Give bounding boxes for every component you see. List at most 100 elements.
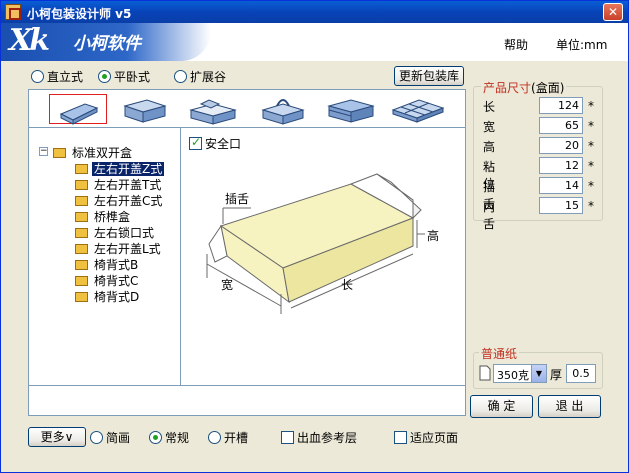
tree-item[interactable]: 左右开盖Z式 xyxy=(75,160,165,176)
tree-collapse-toggle[interactable]: − xyxy=(39,147,48,156)
tree-item[interactable]: 左右锁口式 xyxy=(75,224,156,240)
fit-page-checkbox[interactable]: 适应页面 xyxy=(394,429,458,445)
mode-flat-radio[interactable] xyxy=(98,70,111,83)
dimension-input[interactable]: 14 xyxy=(539,177,583,194)
box-preview: 安全口 插舌 高 宽 长 xyxy=(181,128,465,385)
mode-upright-label: 直立式 xyxy=(47,70,84,84)
thickness-input[interactable]: 0.5 xyxy=(566,364,596,383)
view-groove-radio[interactable] xyxy=(208,431,221,444)
logo: Xk 小柯软件 xyxy=(1,23,211,61)
required-mark: * xyxy=(588,199,594,213)
dimension-label: 内舌 xyxy=(483,200,496,231)
dimension-input[interactable]: 65 xyxy=(539,117,583,134)
exit-button[interactable]: 退 出 xyxy=(538,395,601,418)
folder-icon xyxy=(75,243,88,254)
chevron-down-icon[interactable]: ▼ xyxy=(531,365,546,382)
tree-item[interactable]: 左右开盖T式 xyxy=(75,176,163,192)
mode-extended[interactable]: 扩展谷 xyxy=(174,68,226,84)
tree-item-label: 桥榫盒 xyxy=(94,210,131,224)
title-bar[interactable]: 小柯包装设计师 v5 ✕ xyxy=(1,1,628,23)
tree-item-label: 椅背式C xyxy=(94,274,139,288)
dimension-label: 宽 xyxy=(483,120,496,134)
gable-box-icon[interactable] xyxy=(189,99,237,125)
view-simple-radio[interactable] xyxy=(90,431,103,444)
tree-item-label: 左右开盖C式 xyxy=(94,194,163,208)
handle-box-icon[interactable] xyxy=(261,99,305,125)
box-style-tree: − 标准双开盒 左右开盖Z式左右开盖T式 左右开盖C式 桥榫盒左右锁口式左右开盖L式… xyxy=(29,128,181,385)
width-label: 宽 xyxy=(221,278,234,292)
folder-icon xyxy=(75,259,88,270)
folder-icon xyxy=(75,195,88,206)
design-panel: − 标准双开盒 左右开盖Z式左右开盖T式 左右开盖C式 桥榫盒左右锁口式左右开盖L式… xyxy=(28,89,466,416)
tree-item[interactable]: 左右开盖C式 xyxy=(75,192,164,208)
close-button[interactable]: ✕ xyxy=(603,3,623,21)
dimensions-title: 产品尺寸(盒面) xyxy=(481,79,567,96)
thickness-label: 厚 xyxy=(550,368,563,382)
dimension-label: 长 xyxy=(483,100,496,114)
tree-item-label: 左右开盖T式 xyxy=(94,178,162,192)
folder-icon xyxy=(75,291,88,302)
status-row xyxy=(29,385,465,415)
dimension-input[interactable]: 15 xyxy=(539,197,583,214)
paper-icon xyxy=(479,365,491,381)
view-normal-radio[interactable] xyxy=(149,431,162,444)
grid-box-icon[interactable] xyxy=(391,99,445,123)
tuck-label: 插舌 xyxy=(225,192,250,206)
more-button[interactable]: 更多∨ xyxy=(28,427,86,447)
bleed-layer-checkbox[interactable]: 出血参考层 xyxy=(281,429,357,445)
help-link[interactable]: 帮助 xyxy=(504,36,528,53)
dimension-input[interactable]: 20 xyxy=(539,137,583,154)
folder-icon xyxy=(75,227,88,238)
mode-upright-radio[interactable] xyxy=(31,70,44,83)
tree-item[interactable]: 椅背式C xyxy=(75,272,140,288)
tree-root[interactable]: 标准双开盒 xyxy=(53,144,134,160)
product-dimensions: 产品尺寸(盒面) 长 124 * 宽 65 * 高 20 * 粘位 12 * 插舌 14 * 内舌 15 * xyxy=(473,79,603,231)
tree-item[interactable]: 桥榫盒 xyxy=(75,208,132,224)
folder-icon xyxy=(75,163,88,174)
folder-icon xyxy=(75,179,88,190)
tree-item-label: 椅背式D xyxy=(94,290,140,304)
box-diagram xyxy=(206,173,425,314)
dimension-input[interactable]: 12 xyxy=(539,157,583,174)
required-mark: * xyxy=(588,179,594,193)
paper-weight-select[interactable]: 350克 ▼ xyxy=(493,364,547,383)
paper-title: 普通纸 xyxy=(479,345,520,362)
lid-box-icon[interactable] xyxy=(327,99,375,123)
tree-item-label: 椅背式B xyxy=(94,258,139,272)
mode-flat-label: 平卧式 xyxy=(114,70,151,84)
ok-button[interactable]: 确 定 xyxy=(470,395,533,418)
window-title: 小柯包装设计师 v5 xyxy=(27,7,132,21)
update-library-button[interactable]: 更新包装库 xyxy=(394,66,464,86)
logo-text: 小柯软件 xyxy=(73,34,141,54)
mode-extended-radio[interactable] xyxy=(174,70,187,83)
mode-flat[interactable]: 平卧式 xyxy=(98,68,150,84)
app-window: 小柯包装设计师 v5 ✕ Xk 小柯软件 帮助 单位:mm 直立式 平卧式 扩展… xyxy=(0,0,629,473)
tree-item-label: 左右锁口式 xyxy=(94,226,155,240)
view-simple[interactable]: 简画 xyxy=(90,429,130,445)
flat-box-icon[interactable] xyxy=(59,103,99,125)
tray-box-icon[interactable] xyxy=(123,99,167,123)
required-mark: * xyxy=(588,99,594,113)
required-mark: * xyxy=(588,119,594,133)
view-groove[interactable]: 开槽 xyxy=(208,429,248,445)
mode-upright[interactable]: 直立式 xyxy=(31,68,83,84)
tree-item[interactable]: 左右开盖L式 xyxy=(75,240,163,256)
tree-item[interactable]: 椅背式B xyxy=(75,256,140,272)
length-label: 长 xyxy=(341,278,354,292)
tree-item-label: 左右开盖L式 xyxy=(94,242,161,256)
shape-selector-bar xyxy=(29,90,465,128)
fit-check[interactable] xyxy=(394,431,407,444)
bleed-check[interactable] xyxy=(281,431,294,444)
header-band: Xk 小柯软件 帮助 单位:mm xyxy=(1,23,628,61)
paper-weight-value: 350克 xyxy=(497,369,529,382)
required-mark: * xyxy=(588,139,594,153)
view-normal[interactable]: 常规 xyxy=(149,429,189,445)
folder-icon xyxy=(53,147,66,158)
tree-item[interactable]: 椅背式D xyxy=(75,288,141,304)
app-icon xyxy=(5,4,21,20)
unit-label[interactable]: 单位:mm xyxy=(556,36,607,53)
logo-mark: Xk xyxy=(9,23,50,58)
height-label: 高 xyxy=(427,229,440,243)
dimension-input[interactable]: 124 xyxy=(539,97,583,114)
folder-icon xyxy=(75,211,88,222)
